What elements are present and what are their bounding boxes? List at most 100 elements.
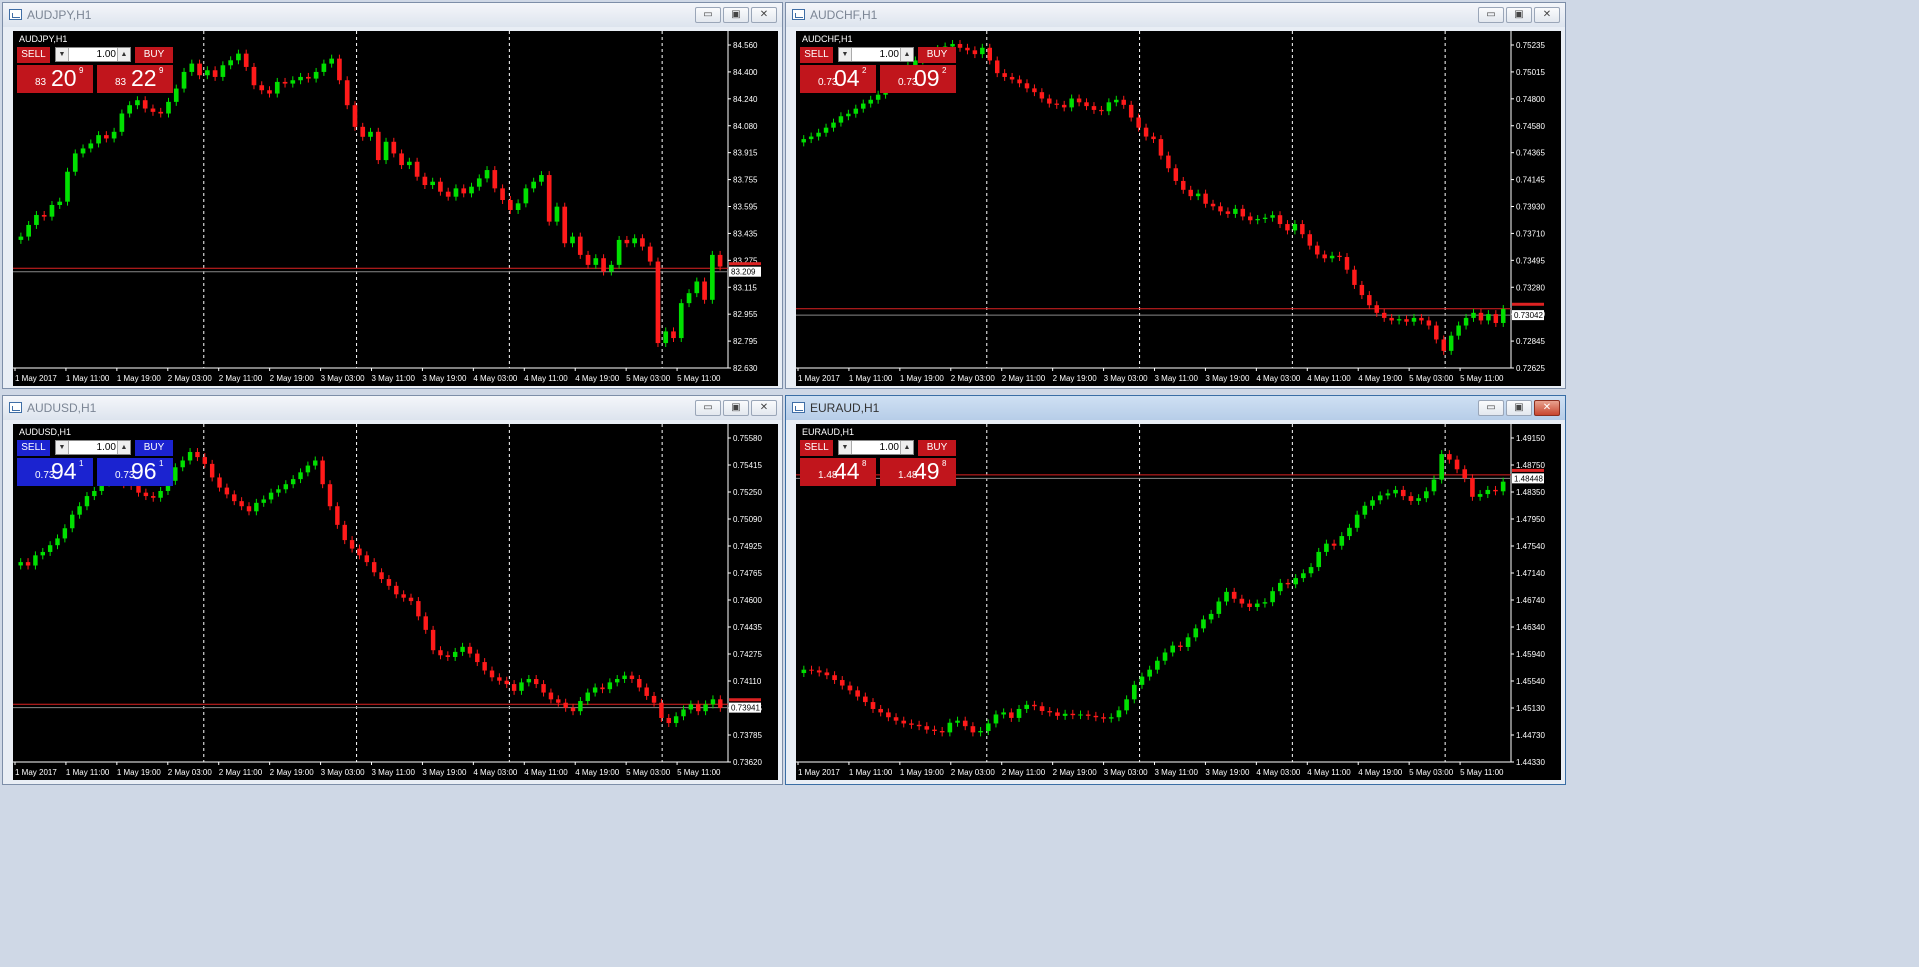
candle-body	[1225, 211, 1231, 214]
lot-dropdown-icon[interactable]: ▼	[56, 441, 69, 454]
chart-window-audusd[interactable]: AUDUSD,H1 ▭ ▣ ✕ AUDUSD,H1 SELL ▼ 1.00 ▲ …	[2, 395, 783, 785]
candle-body	[1024, 83, 1030, 89]
buy-button[interactable]: BUY	[918, 47, 956, 63]
buy-button[interactable]: BUY	[918, 440, 956, 456]
candle-body	[1324, 543, 1329, 552]
lot-increase-icon[interactable]: ▲	[900, 441, 913, 454]
sell-price[interactable]: 1.48 44 8	[800, 458, 876, 486]
candle-body	[173, 467, 178, 481]
sell-button[interactable]: SELL	[800, 47, 833, 63]
lot-dropdown-icon[interactable]: ▼	[56, 48, 69, 61]
chart-area[interactable]: AUDJPY,H1 SELL ▼ 1.00 ▲ BUY 83 20 9 83 2…	[13, 31, 778, 386]
candle-body	[344, 80, 350, 106]
candle-body	[681, 709, 686, 717]
price-tick-label: 0.74925	[733, 542, 762, 551]
chart-area[interactable]: EURAUD,H1 SELL ▼ 1.00 ▲ BUY 1.48 44 8 1.…	[796, 424, 1561, 780]
close-button[interactable]: ✕	[751, 400, 777, 416]
maximize-button[interactable]: ▣	[723, 400, 749, 416]
maximize-button[interactable]: ▣	[1506, 400, 1532, 416]
candle-body	[1091, 106, 1097, 110]
candle-body	[1158, 139, 1164, 156]
candle-body	[563, 702, 568, 708]
candle-body	[1247, 603, 1252, 608]
lot-value[interactable]: 1.00	[70, 441, 116, 454]
close-button[interactable]: ✕	[1534, 400, 1560, 416]
sell-button[interactable]: SELL	[17, 440, 50, 456]
lot-size-field[interactable]: ▼ 1.00 ▲	[838, 440, 914, 455]
buy-price[interactable]: 83 22 9	[97, 65, 173, 93]
minimize-button[interactable]: ▭	[695, 7, 721, 23]
lot-size-field[interactable]: ▼ 1.00 ▲	[55, 47, 131, 62]
candle-body	[1216, 601, 1222, 614]
candle-body	[1116, 710, 1122, 718]
sell-price[interactable]: 0.73 94 1	[17, 458, 93, 486]
sell-price[interactable]: 83 20 9	[17, 65, 93, 93]
close-button[interactable]: ✕	[1534, 7, 1560, 23]
time-tick-label: 4 May 03:00	[1256, 768, 1301, 777]
time-tick-label: 2 May 19:00	[270, 768, 315, 777]
current-price-label: 1.48448	[1514, 474, 1543, 483]
candle-body	[335, 506, 340, 525]
candle-body	[622, 675, 627, 679]
title-bar[interactable]: EURAUD,H1 ▭ ▣ ✕	[786, 396, 1565, 420]
candle-body	[717, 254, 723, 267]
sell-button[interactable]: SELL	[800, 440, 833, 456]
lot-size-field[interactable]: ▼ 1.00 ▲	[838, 47, 914, 62]
close-button[interactable]: ✕	[751, 7, 777, 23]
candle-body	[47, 545, 53, 552]
sell-button[interactable]: SELL	[17, 47, 50, 63]
title-bar[interactable]: AUDUSD,H1 ▭ ▣ ✕	[3, 396, 782, 420]
chart-window-euraud[interactable]: EURAUD,H1 ▭ ▣ ✕ EURAUD,H1 SELL ▼ 1.00 ▲ …	[785, 395, 1566, 785]
candle-body	[1500, 481, 1506, 492]
candle-body	[33, 555, 38, 566]
lot-increase-icon[interactable]: ▲	[117, 48, 130, 61]
buy-button[interactable]: BUY	[135, 47, 173, 63]
chart-window-icon	[9, 9, 22, 20]
candle-body	[251, 66, 257, 86]
candle-body	[399, 153, 404, 166]
title-bar[interactable]: AUDCHF,H1 ▭ ▣ ✕	[786, 3, 1565, 27]
chart-area[interactable]: AUDCHF,H1 SELL ▼ 1.00 ▲ BUY 0.73 04 2 0.…	[796, 31, 1561, 386]
candle-body	[1301, 573, 1306, 579]
sell-price-prefix: 83	[35, 77, 47, 88]
lot-value[interactable]: 1.00	[853, 441, 899, 454]
buy-button[interactable]: BUY	[135, 440, 173, 456]
buy-price[interactable]: 0.73 09 2	[880, 65, 956, 93]
lot-dropdown-icon[interactable]: ▼	[839, 48, 852, 61]
lot-value[interactable]: 1.00	[853, 48, 899, 61]
lot-increase-icon[interactable]: ▲	[117, 441, 130, 454]
title-bar[interactable]: AUDJPY,H1 ▭ ▣ ✕	[3, 3, 782, 27]
buy-price[interactable]: 1.48 49 8	[880, 458, 956, 486]
lot-dropdown-icon[interactable]: ▼	[839, 441, 852, 454]
candle-body	[445, 655, 451, 657]
chart-area[interactable]: AUDUSD,H1 SELL ▼ 1.00 ▲ BUY 0.73 94 1 0.…	[13, 424, 778, 780]
candle-body	[1456, 325, 1461, 336]
lot-increase-icon[interactable]: ▲	[900, 48, 913, 61]
chart-window-audjpy[interactable]: AUDJPY,H1 ▭ ▣ ✕ AUDJPY,H1 SELL ▼ 1.00 ▲ …	[2, 2, 783, 389]
maximize-button[interactable]: ▣	[1506, 7, 1532, 23]
price-tick-label: 1.49150	[1516, 434, 1545, 443]
candle-body	[972, 50, 978, 55]
candle-body	[838, 116, 844, 123]
minimize-button[interactable]: ▭	[695, 400, 721, 416]
candle-body	[430, 181, 435, 186]
time-tick-label: 3 May 19:00	[422, 374, 467, 383]
chart-window-audchf[interactable]: AUDCHF,H1 ▭ ▣ ✕ AUDCHF,H1 SELL ▼ 1.00 ▲ …	[785, 2, 1566, 389]
minimize-button[interactable]: ▭	[1478, 400, 1504, 416]
candle-body	[290, 80, 296, 84]
ask-price-tag	[1512, 302, 1544, 306]
buy-price[interactable]: 0.73 96 1	[97, 458, 173, 486]
time-tick-label: 5 May 03:00	[1409, 374, 1454, 383]
maximize-button[interactable]: ▣	[723, 7, 749, 23]
candle-body	[414, 161, 420, 177]
buy-price-prefix: 83	[115, 77, 127, 88]
lot-value[interactable]: 1.00	[70, 48, 116, 61]
candle-body	[1441, 339, 1446, 351]
candle-body	[1185, 637, 1191, 647]
sell-price[interactable]: 0.73 04 2	[800, 65, 876, 93]
lot-size-field[interactable]: ▼ 1.00 ▲	[55, 440, 131, 455]
candle-body	[306, 76, 311, 79]
minimize-button[interactable]: ▭	[1478, 7, 1504, 23]
candle-body	[686, 293, 692, 304]
candle-body	[1493, 314, 1499, 323]
